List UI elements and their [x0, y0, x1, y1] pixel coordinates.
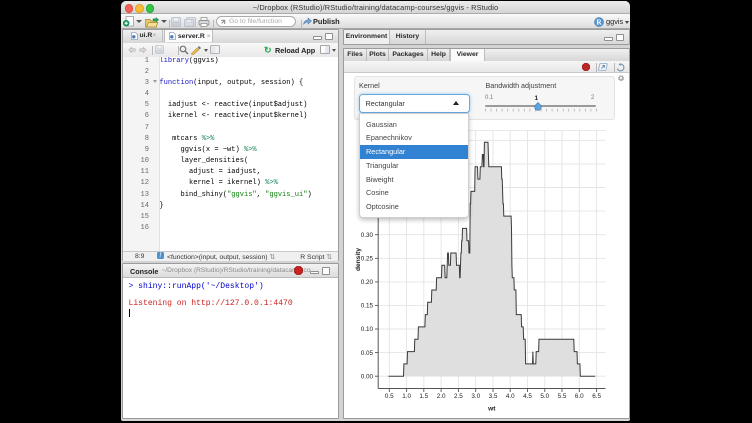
svg-text:6.5: 6.5	[592, 393, 601, 400]
svg-text:2.0: 2.0	[437, 393, 446, 400]
svg-text:3.5: 3.5	[489, 393, 498, 400]
svg-text:5.0: 5.0	[540, 393, 549, 400]
svg-text:0.10: 0.10	[361, 326, 374, 333]
svg-text:0.00: 0.00	[361, 373, 374, 380]
svg-text:1.0: 1.0	[402, 393, 411, 400]
svg-text:4.0: 4.0	[506, 393, 515, 400]
svg-text:density: density	[355, 247, 362, 270]
svg-text:0.30: 0.30	[361, 231, 374, 238]
svg-text:wt: wt	[487, 405, 496, 412]
svg-text:5.5: 5.5	[558, 393, 567, 400]
svg-text:0.15: 0.15	[361, 302, 374, 309]
svg-text:R: R	[596, 17, 602, 26]
svg-text:0.5: 0.5	[385, 393, 394, 400]
svg-text:0.25: 0.25	[361, 255, 374, 262]
svg-text:2.5: 2.5	[454, 393, 463, 400]
svg-text:0.05: 0.05	[361, 349, 374, 356]
svg-text:6.0: 6.0	[575, 393, 584, 400]
svg-text:4.5: 4.5	[523, 393, 532, 400]
svg-text:0.20: 0.20	[361, 279, 374, 286]
svg-text:1.5: 1.5	[419, 393, 428, 400]
svg-text:3.0: 3.0	[471, 393, 480, 400]
